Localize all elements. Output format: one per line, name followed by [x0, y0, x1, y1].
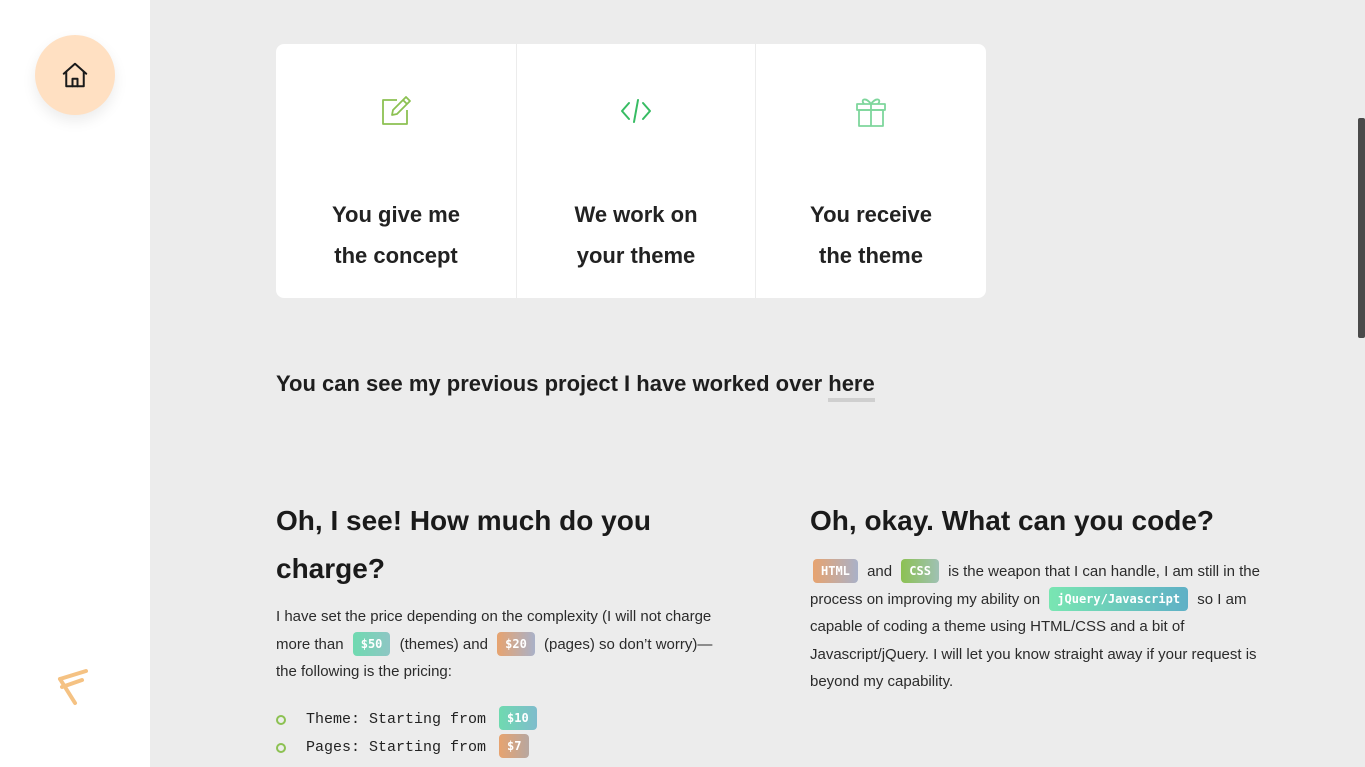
pricing-section: Oh, I see! How much do you charge? I hav… — [276, 497, 726, 762]
step-concept: You give me the concept — [276, 44, 517, 298]
step-work: We work on your theme — [517, 44, 756, 298]
bullet-icon — [276, 714, 286, 725]
step-receive: You receive the theme — [756, 44, 986, 298]
skills-section: Oh, okay. What can you code? HTML and CS… — [810, 497, 1260, 696]
step-title-line: the theme — [819, 243, 923, 268]
main-content: You give me the concept We work on your … — [150, 0, 1353, 767]
pricing-heading: Oh, I see! How much do you charge? — [276, 505, 651, 584]
list-item: Theme: Starting from $10 — [276, 705, 726, 734]
step-title-line: the concept — [334, 243, 458, 268]
step-title-line: your theme — [576, 243, 696, 268]
skill-badge-js: jQuery/Javascript — [1049, 586, 1189, 611]
sidebar — [0, 0, 150, 767]
bullet-icon — [276, 742, 286, 753]
price-label: Pages: Starting from — [306, 738, 487, 756]
skills-heading: Oh, okay. What can you code? — [810, 505, 1214, 536]
price-label: Theme: Starting from — [306, 710, 487, 728]
step-title: You give me the concept — [316, 194, 476, 276]
scrollbar[interactable] — [1353, 0, 1365, 767]
step-title-line: We work on — [574, 202, 698, 227]
skills-text: and — [862, 563, 897, 580]
price-badge: $7 — [499, 733, 530, 758]
angle-logo-icon[interactable] — [56, 667, 92, 707]
skills-paragraph: HTML and CSS is the weapon that I can ha… — [810, 558, 1260, 696]
gift-icon — [856, 98, 886, 127]
skill-badge-html: HTML — [813, 559, 858, 583]
price-badge-themes: $50 — [352, 631, 391, 656]
price-list: Theme: Starting from $10 Pages: Starting … — [276, 705, 726, 762]
edit-icon — [382, 96, 411, 125]
step-title-line: You give me — [332, 202, 460, 227]
step-title: We work on your theme — [556, 194, 716, 276]
price-badge-pages: $20 — [497, 631, 535, 656]
step-title-line: You receive — [810, 202, 932, 227]
price-badge: $10 — [499, 705, 537, 730]
step-title: You receive the theme — [791, 194, 951, 276]
code-icon — [621, 99, 651, 123]
home-button[interactable] — [35, 35, 115, 115]
skill-badge-css: CSS — [901, 559, 939, 583]
home-icon — [62, 62, 88, 88]
process-steps: You give me the concept We work on your … — [276, 44, 986, 298]
pricing-text: (themes) and — [395, 635, 493, 653]
list-item: Pages: Starting from $7 — [276, 733, 726, 762]
previous-project-link[interactable]: here — [828, 371, 875, 402]
pricing-paragraph: I have set the price depending on the co… — [276, 603, 726, 686]
previous-project-line: You can see my previous project I have w… — [276, 371, 875, 402]
previous-project-text: You can see my previous project I have w… — [276, 371, 829, 396]
scrollbar-thumb[interactable] — [1358, 118, 1365, 338]
